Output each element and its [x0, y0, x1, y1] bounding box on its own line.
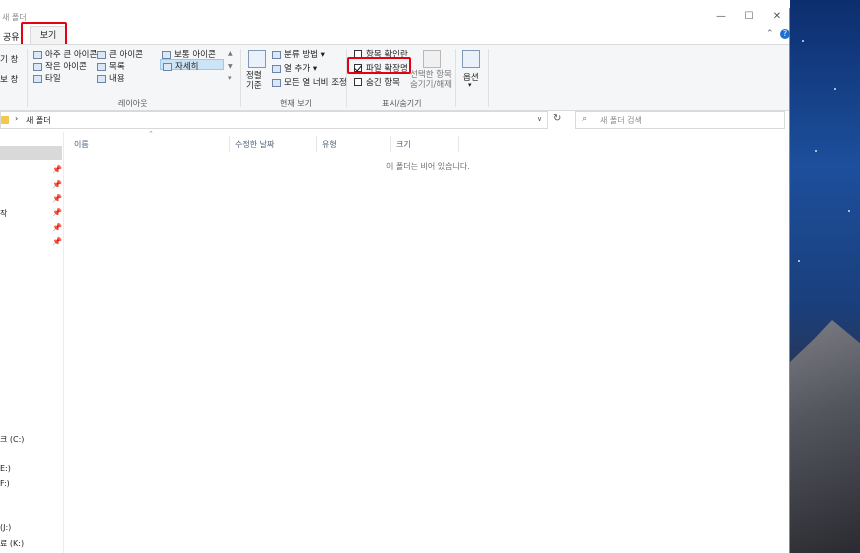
empty-folder-message: 이 폴더는 비어 있습니다.: [386, 162, 470, 171]
content-icon: [97, 74, 106, 83]
extra-large-icons-icon: [33, 50, 42, 59]
hide-selected-button[interactable]: 선택한 항목 숨기기/해제: [410, 70, 452, 90]
mountain-rock: [790, 320, 860, 553]
nav-item-selected[interactable]: [0, 146, 62, 160]
column-header-name[interactable]: 이름: [74, 139, 89, 150]
sort-ascending-icon: ⌃: [148, 130, 154, 138]
tab-share[interactable]: 공유: [3, 30, 20, 43]
options-icon: [462, 50, 480, 68]
hidden-items-toggle[interactable]: 숨긴 항목: [354, 76, 400, 88]
small-icons-icon: [33, 62, 42, 71]
pin-icon: 📌: [52, 180, 62, 189]
nav-item-drive-e[interactable]: E:): [0, 464, 11, 473]
ribbon-tabs: 공유 보기 ⌃ ?: [0, 26, 790, 45]
file-list: ⌃ 이름 수정한 날짜 유형 크기 이 폴더는 비어 있습니다.: [64, 130, 789, 553]
breadcrumb-current[interactable]: 새 폴더: [26, 115, 51, 126]
group-by-icon: [272, 50, 281, 59]
hidden-items-checkbox[interactable]: [354, 77, 362, 86]
search-input[interactable]: 새 폴더 검색: [600, 115, 642, 126]
large-icons-icon: [97, 50, 106, 59]
search-icon: ⌕: [582, 114, 588, 124]
medium-icons-icon: [162, 50, 171, 59]
pin-icon: 📌: [52, 165, 62, 174]
layout-small-icons[interactable]: 작은 아이콘: [33, 60, 87, 72]
sort-by-icon: [248, 50, 266, 68]
layout-content[interactable]: 내용: [97, 72, 125, 84]
add-columns-icon: [272, 64, 281, 73]
layout-tiles[interactable]: 타일: [33, 72, 61, 84]
title-bar: 새 폴더 — ☐ ✕: [0, 8, 790, 26]
details-icon: [163, 62, 172, 71]
nav-item-drive-c[interactable]: 크 (C:): [0, 434, 24, 445]
address-bar-row: › 새 폴더 ∨ ↻ ⌕ 새 폴더 검색: [0, 108, 789, 132]
layout-more-icon[interactable]: ▾: [228, 74, 232, 82]
layout-scroll-down-icon[interactable]: ▼: [228, 63, 233, 70]
desktop-background: [790, 0, 860, 553]
maximize-button[interactable]: ☐: [742, 11, 756, 22]
refresh-icon[interactable]: ↻: [553, 113, 561, 124]
layout-list[interactable]: 목록: [97, 60, 125, 72]
hide-selected-icon: [423, 50, 441, 68]
pin-icon: 📌: [52, 223, 62, 232]
add-columns-button[interactable]: 열 추가 ▾: [272, 62, 317, 74]
navigation-pane: 📌 📌 📌 작 📌 📌 📌 크 (C:) E:) F:) (J:) 료 (K:): [0, 132, 64, 553]
address-history-icon[interactable]: ∨: [537, 115, 542, 123]
pin-icon: 📌: [52, 194, 62, 203]
help-icon[interactable]: ?: [780, 29, 790, 39]
nav-item-drive-j[interactable]: (J:): [0, 523, 11, 532]
fit-columns-icon: [272, 78, 281, 87]
address-bar[interactable]: › 새 폴더 ∨: [0, 111, 548, 129]
options-dropdown-icon[interactable]: ▾: [468, 81, 472, 89]
details-pane-item-partial[interactable]: 보 창: [0, 73, 18, 85]
group-by-button[interactable]: 분류 방법 ▾: [272, 48, 325, 60]
layout-details[interactable]: 자세히: [160, 59, 224, 72]
folder-icon: [1, 116, 9, 124]
ribbon-collapse-icon[interactable]: ⌃: [766, 29, 774, 39]
layout-large-icons[interactable]: 큰 아이콘: [97, 48, 143, 60]
nav-item-drive-f[interactable]: F:): [0, 479, 10, 488]
layout-extra-large-icons[interactable]: 아주 큰 아이콘: [33, 48, 97, 60]
minimize-button[interactable]: —: [714, 11, 728, 22]
pane-item-partial[interactable]: 기 창: [0, 53, 18, 65]
column-header-size[interactable]: 크기: [396, 139, 411, 150]
search-box[interactable]: ⌕ 새 폴더 검색: [575, 111, 785, 129]
layout-scroll-up-icon[interactable]: ▲: [228, 50, 233, 57]
column-header-type[interactable]: 유형: [322, 139, 337, 150]
pin-icon: 📌: [52, 237, 62, 246]
nav-item-partial[interactable]: 작: [0, 208, 7, 219]
fit-columns-button[interactable]: 모든 열 너비 조정: [272, 76, 347, 88]
ribbon: 기 창 보 창 아주 큰 아이콘 큰 아이콘 보통 아이콘 작은 아이콘 목록 …: [0, 44, 789, 111]
nav-item-drive-k[interactable]: 료 (K:): [0, 538, 24, 549]
highlight-file-extensions: [347, 57, 411, 74]
list-icon: [97, 62, 106, 71]
sort-by-button[interactable]: 정렬 기준: [246, 71, 262, 91]
file-explorer-window: 새 폴더 — ☐ ✕ 공유 보기 ⌃ ? 기 창 보 창 아주 큰 아이콘 큰 …: [0, 8, 790, 553]
close-button[interactable]: ✕: [770, 11, 784, 22]
pin-icon: 📌: [52, 208, 62, 217]
breadcrumb-chevron-icon[interactable]: ›: [15, 114, 18, 123]
tiles-icon: [33, 74, 42, 83]
column-header-date-modified[interactable]: 수정한 날짜: [235, 139, 274, 150]
